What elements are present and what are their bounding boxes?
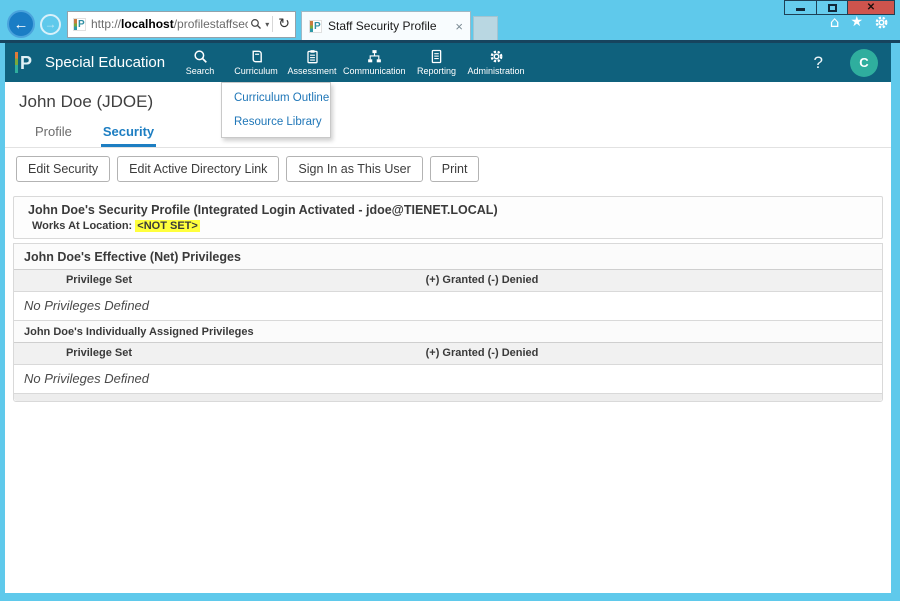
security-profile-title: John Doe's Security Profile (Integrated …	[28, 203, 872, 217]
favorites-star-icon[interactable]: ★	[850, 14, 863, 30]
url-host: localhost	[121, 17, 174, 31]
nav-label: Reporting	[417, 66, 456, 76]
search-icon[interactable]	[250, 18, 262, 30]
assigned-privileges-heading: John Doe's Individually Assigned Privile…	[14, 321, 882, 343]
menu-item-curriculum-outline[interactable]: Curriculum Outline	[222, 86, 330, 110]
edit-security-button[interactable]: Edit Security	[16, 156, 110, 182]
security-profile-summary: John Doe's Security Profile (Integrated …	[13, 196, 883, 239]
site-favicon: P	[73, 18, 86, 31]
browser-tab[interactable]: P Staff Security Profile ×	[301, 11, 471, 40]
home-icon[interactable]: ⌂	[830, 13, 840, 31]
communication-sitemap-icon	[367, 49, 382, 64]
nav-label: Communication	[343, 66, 406, 76]
browser-forward-button[interactable]: →	[40, 14, 61, 35]
favicon-letter: P	[77, 19, 85, 30]
window-controls: ✕	[784, 0, 895, 15]
assigned-privileges-empty-row: No Privileges Defined	[14, 365, 882, 394]
panel-footer-bar	[14, 394, 882, 401]
search-icon	[193, 49, 208, 64]
refresh-icon[interactable]: ↻	[272, 16, 290, 32]
effective-privileges-heading: John Doe's Effective (Net) Privileges	[14, 244, 882, 270]
nav-label: Assessment	[287, 66, 336, 76]
search-dropdown-icon[interactable]: ▾	[265, 20, 269, 29]
nav-label: Search	[186, 66, 215, 76]
assigned-privileges-header-row: Privilege Set (+) Granted (-) Denied	[14, 343, 882, 365]
menu-item-resource-library[interactable]: Resource Library	[222, 110, 330, 134]
app-logo[interactable]: P	[15, 52, 32, 73]
address-bar[interactable]: P http://localhost/profilestaffsecurity.…	[67, 11, 296, 38]
tab-profile[interactable]: Profile	[33, 119, 74, 147]
minimize-icon	[796, 8, 805, 11]
tab-favicon: P	[309, 20, 322, 33]
header-right: ? C	[814, 43, 878, 82]
tab-title: Staff Security Profile	[328, 19, 455, 33]
reporting-document-icon	[429, 49, 444, 64]
curriculum-book-icon	[249, 49, 264, 64]
browser-settings-gear-icon[interactable]	[874, 15, 889, 30]
action-buttons: Edit Security Edit Active Directory Link…	[5, 148, 891, 182]
assessment-clipboard-icon	[305, 49, 320, 64]
url-prefix: http://	[91, 17, 121, 31]
nav-item-assessment[interactable]: Assessment	[284, 49, 340, 76]
granted-denied-column-header: (+) Granted (-) Denied	[132, 274, 832, 286]
back-arrow-icon: ←	[14, 16, 29, 33]
privileges-panel: John Doe's Effective (Net) Privileges Pr…	[13, 243, 883, 402]
url-path: /profilestaffsecurity.a	[174, 17, 249, 31]
page-tabs: Profile Security	[5, 119, 891, 148]
forward-arrow-icon: →	[45, 17, 57, 31]
new-tab-button[interactable]	[473, 16, 498, 40]
print-button[interactable]: Print	[430, 156, 480, 182]
logo-letter: P	[20, 54, 32, 72]
works-at-location-line: Works At Location: <NOT SET>	[28, 220, 872, 232]
favicon-letter: P	[313, 21, 321, 32]
nav-item-communication[interactable]: Communication	[340, 49, 409, 76]
window-close-icon: ✕	[867, 2, 875, 13]
works-at-location-label: Works At Location:	[32, 220, 132, 232]
works-at-location-value: <NOT SET>	[135, 220, 200, 232]
tab-security[interactable]: Security	[101, 119, 156, 147]
address-bar-icons: ▾ ↻	[250, 16, 290, 32]
nav-label: Administration	[468, 66, 525, 76]
url-text[interactable]: http://localhost/profilestaffsecurity.a	[91, 17, 248, 31]
curriculum-dropdown-menu: Curriculum Outline Resource Library	[221, 82, 331, 138]
window-minimize-button[interactable]	[784, 0, 817, 15]
logo-stripe	[15, 52, 18, 73]
sign-in-as-this-user-button[interactable]: Sign In as This User	[286, 156, 422, 182]
nav-item-reporting[interactable]: Reporting	[409, 49, 465, 76]
tab-close-icon[interactable]: ×	[455, 19, 463, 34]
nav-label: Curriculum	[234, 66, 278, 76]
nav-item-administration[interactable]: Administration	[465, 49, 528, 76]
administration-gear-icon	[489, 49, 504, 64]
nav-item-search[interactable]: Search	[172, 49, 228, 76]
privilege-set-column-header: Privilege Set	[14, 347, 132, 359]
app-header: P Special Education Search Curriculum As…	[5, 43, 891, 82]
effective-privileges-empty-row: No Privileges Defined	[14, 292, 882, 321]
window-maximize-button[interactable]	[817, 0, 848, 15]
edit-active-directory-link-button[interactable]: Edit Active Directory Link	[117, 156, 279, 182]
nav-item-curriculum[interactable]: Curriculum	[228, 49, 284, 76]
help-button[interactable]: ?	[814, 53, 823, 73]
product-name: Special Education	[45, 54, 165, 71]
granted-denied-column-header: (+) Granted (-) Denied	[132, 347, 832, 359]
window-close-button[interactable]: ✕	[848, 0, 895, 15]
effective-privileges-header-row: Privilege Set (+) Granted (-) Denied	[14, 270, 882, 292]
maximize-icon	[828, 4, 837, 12]
user-avatar[interactable]: C	[850, 49, 878, 77]
privilege-set-column-header: Privilege Set	[14, 274, 132, 286]
browser-chrome: ← → P http://localhost/profilestaffsecur…	[0, 8, 900, 40]
browser-back-button[interactable]: ←	[7, 10, 35, 38]
page-title: John Doe (JDOE)	[19, 92, 891, 112]
app-nav: Search Curriculum Assessment Communicati…	[172, 43, 528, 82]
page-viewport: P Special Education Search Curriculum As…	[5, 43, 891, 593]
browser-toolbar-icons: ⌂ ★	[830, 13, 889, 31]
